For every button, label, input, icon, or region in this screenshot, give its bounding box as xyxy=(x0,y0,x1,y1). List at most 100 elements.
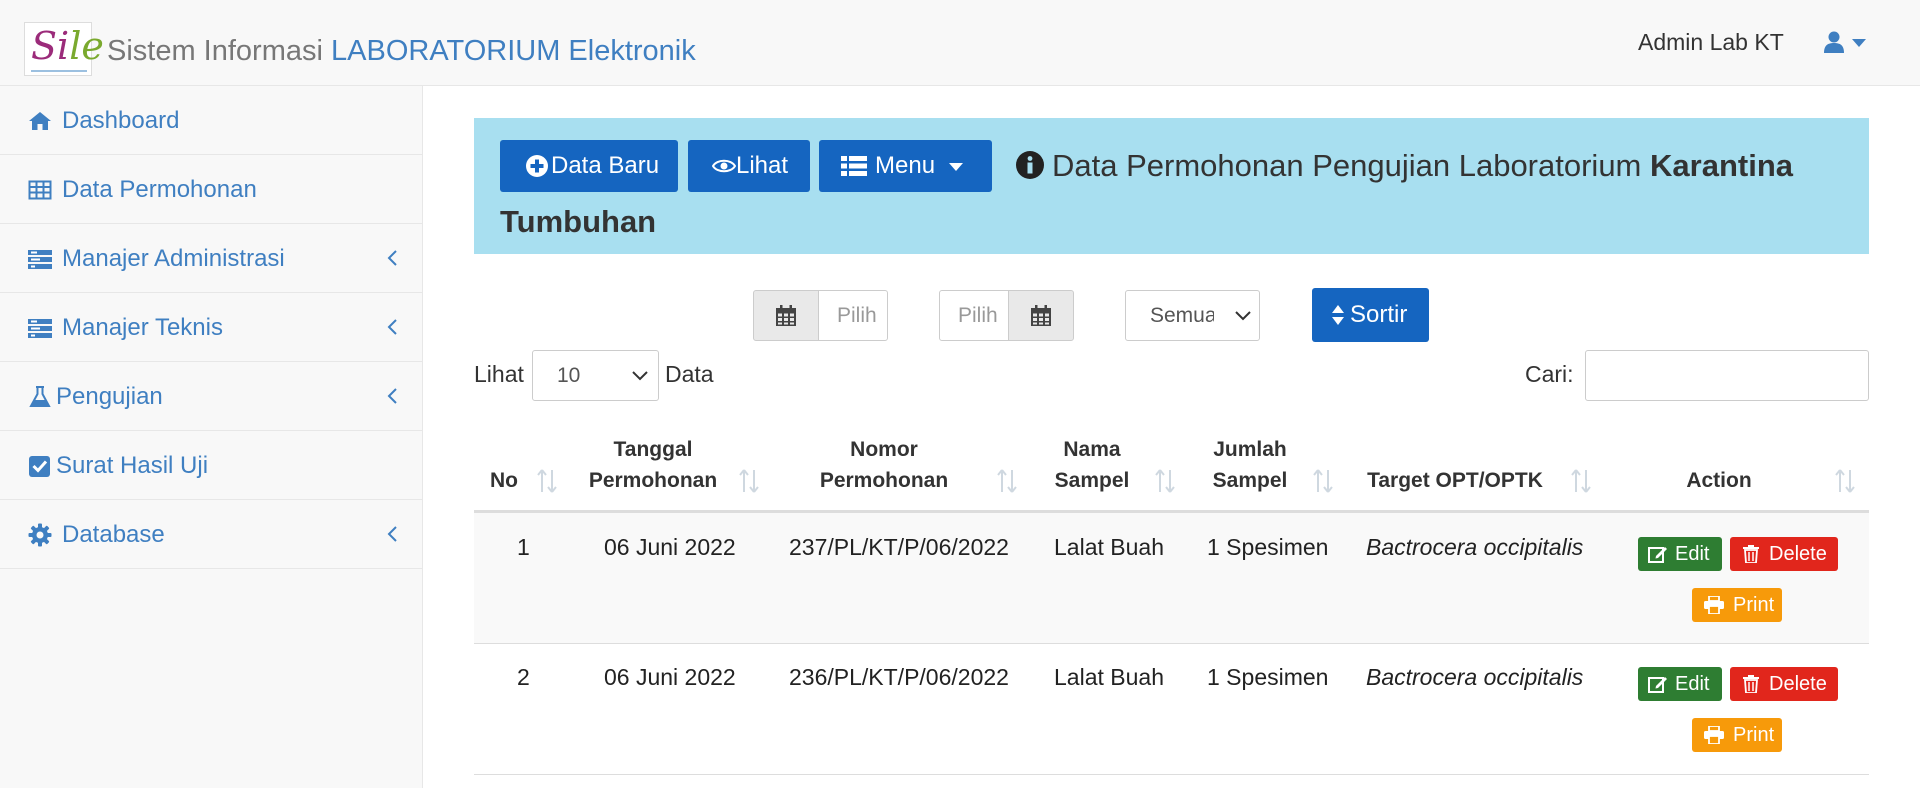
sidebar: Dashboard Data Permohonan Manajer Admini… xyxy=(0,86,423,788)
column-header-label: Jumlah xyxy=(1213,438,1287,461)
app-title[interactable]: Sistem Informasi LABORATORIUM Elektronik xyxy=(107,34,696,68)
list-icon xyxy=(841,156,867,176)
tasks-icon xyxy=(28,319,52,338)
info-circle-icon xyxy=(1016,151,1044,179)
calendar-icon xyxy=(776,305,796,326)
column-header-label: Nama xyxy=(1063,438,1121,461)
sort-both-icon[interactable] xyxy=(1570,468,1592,494)
edit-label: Edit xyxy=(1675,673,1710,695)
cell-nama: Lalat Buah xyxy=(1054,534,1164,560)
column-header-label: Permohonan xyxy=(588,469,718,492)
plus-circle-icon xyxy=(526,155,548,177)
table-icon xyxy=(28,180,52,200)
column-header-jumlah[interactable]: Jumlah Sampel xyxy=(1200,434,1300,496)
page-header-panel xyxy=(474,118,1869,254)
sidebar-item-database[interactable]: Database xyxy=(0,500,422,569)
view-button[interactable]: Lihat xyxy=(688,140,810,192)
chevron-left-icon xyxy=(387,319,397,335)
search-label: Cari: xyxy=(1525,361,1574,387)
view-label: Lihat xyxy=(736,152,789,179)
page-size-label: Lihat xyxy=(474,361,524,387)
column-header-target[interactable]: Target OPT/OPTK xyxy=(1360,465,1550,496)
cell-tanggal: 06 Juni 2022 xyxy=(604,664,736,690)
flask-icon xyxy=(29,386,51,407)
sidebar-item-label: Data Permohonan xyxy=(62,176,257,203)
sidebar-item-surat-hasil-uji[interactable]: Surat Hasil Uji xyxy=(0,431,422,500)
chevron-down-icon xyxy=(632,371,648,381)
home-icon xyxy=(29,112,51,130)
gear-icon xyxy=(28,523,52,547)
date-from-input[interactable]: Pilih xyxy=(818,290,888,341)
sort-label: Sortir xyxy=(1350,301,1408,328)
sort-both-icon[interactable] xyxy=(1834,468,1856,494)
print-button[interactable]: Print xyxy=(1692,588,1782,622)
column-header-action[interactable]: Action xyxy=(1640,465,1798,496)
page-size-suffix: Data xyxy=(665,361,714,387)
top-navbar: Sile Sistem Informasi LABORATORIUM Elekt… xyxy=(0,0,1920,86)
column-header-label: Target OPT/OPTK xyxy=(1367,469,1543,492)
sidebar-item-data-permohonan[interactable]: Data Permohonan xyxy=(0,155,422,224)
sidebar-item-pengujian[interactable]: Pengujian xyxy=(0,362,422,431)
edit-icon xyxy=(1648,677,1667,693)
page-title-text: Data Permohonan Pengujian Laboratorium xyxy=(1052,148,1642,183)
delete-button[interactable]: Delete xyxy=(1730,667,1838,701)
print-icon xyxy=(1704,726,1724,744)
edit-button[interactable]: Edit xyxy=(1638,667,1722,701)
caret-down-icon xyxy=(1852,39,1866,47)
date-from-calendar-button[interactable] xyxy=(753,290,819,341)
sort-icon xyxy=(1332,305,1344,325)
date-to-calendar-button[interactable] xyxy=(1008,290,1074,341)
logo-text-a: Si xyxy=(31,24,70,68)
sidebar-item-label: Manajer Teknis xyxy=(62,314,223,341)
page-title: Data Permohonan Pengujian Laboratorium K… xyxy=(1052,148,1793,184)
menu-label: Menu xyxy=(875,152,936,179)
edit-icon xyxy=(1648,547,1667,563)
calendar-icon xyxy=(1031,305,1051,326)
sort-both-icon[interactable] xyxy=(536,468,558,494)
check-square-icon xyxy=(29,456,50,477)
sort-both-icon[interactable] xyxy=(996,468,1018,494)
sidebar-item-dashboard[interactable]: Dashboard xyxy=(0,86,422,155)
column-header-nomor[interactable]: Nomor Permohonan xyxy=(800,434,968,496)
trash-icon xyxy=(1743,545,1759,563)
print-label: Print xyxy=(1733,724,1775,746)
cell-tanggal: 06 Juni 2022 xyxy=(604,534,736,560)
sort-button[interactable]: Sortir xyxy=(1312,288,1429,342)
sidebar-item-label: Dashboard xyxy=(62,107,180,134)
sidebar-item-manajer-teknis[interactable]: Manajer Teknis xyxy=(0,293,422,362)
user-menu-toggle[interactable] xyxy=(1824,27,1874,57)
cell-jumlah: 1 Spesimen xyxy=(1207,534,1329,560)
sort-both-icon[interactable] xyxy=(1154,468,1176,494)
date-to-input[interactable]: Pilih xyxy=(939,290,1009,341)
status-filter-select[interactable]: Semua xyxy=(1125,290,1260,341)
cell-jumlah: 1 Spesimen xyxy=(1207,664,1329,690)
sort-both-icon[interactable] xyxy=(738,468,760,494)
page-title-continued: Tumbuhan xyxy=(500,204,657,239)
column-header-no[interactable]: No xyxy=(474,465,534,496)
page-size-select[interactable]: 10 xyxy=(532,350,659,401)
sidebar-item-manajer-administrasi[interactable]: Manajer Administrasi xyxy=(0,224,422,293)
sidebar-item-label: Manajer Administrasi xyxy=(62,245,285,272)
column-header-nama[interactable]: Nama Sampel xyxy=(1040,434,1144,496)
cell-nomor: 237/PL/KT/P/06/2022 xyxy=(789,534,1009,560)
print-button[interactable]: Print xyxy=(1692,718,1782,752)
menu-dropdown-button[interactable]: Menu xyxy=(819,140,992,192)
logo-tagline-mark xyxy=(31,70,87,72)
app-logo[interactable]: Sile xyxy=(24,22,104,76)
search-input[interactable] xyxy=(1585,350,1869,401)
delete-button[interactable]: Delete xyxy=(1730,537,1838,571)
delete-label: Delete xyxy=(1769,673,1827,695)
print-label: Print xyxy=(1733,594,1775,616)
column-header-tanggal[interactable]: Tanggal Permohonan xyxy=(572,434,734,496)
logo-text-b: le xyxy=(69,24,104,68)
user-name: Admin Lab KT xyxy=(1638,29,1784,55)
new-data-button[interactable]: Data Baru xyxy=(500,140,678,192)
cell-no: 2 xyxy=(517,664,530,690)
edit-label: Edit xyxy=(1675,543,1710,565)
sort-both-icon[interactable] xyxy=(1312,468,1334,494)
trash-icon xyxy=(1743,675,1759,693)
edit-button[interactable]: Edit xyxy=(1638,537,1722,571)
tasks-icon xyxy=(28,250,52,269)
brand-accent: LABORATORIUM Elektronik xyxy=(331,35,696,67)
eye-icon xyxy=(712,159,736,173)
